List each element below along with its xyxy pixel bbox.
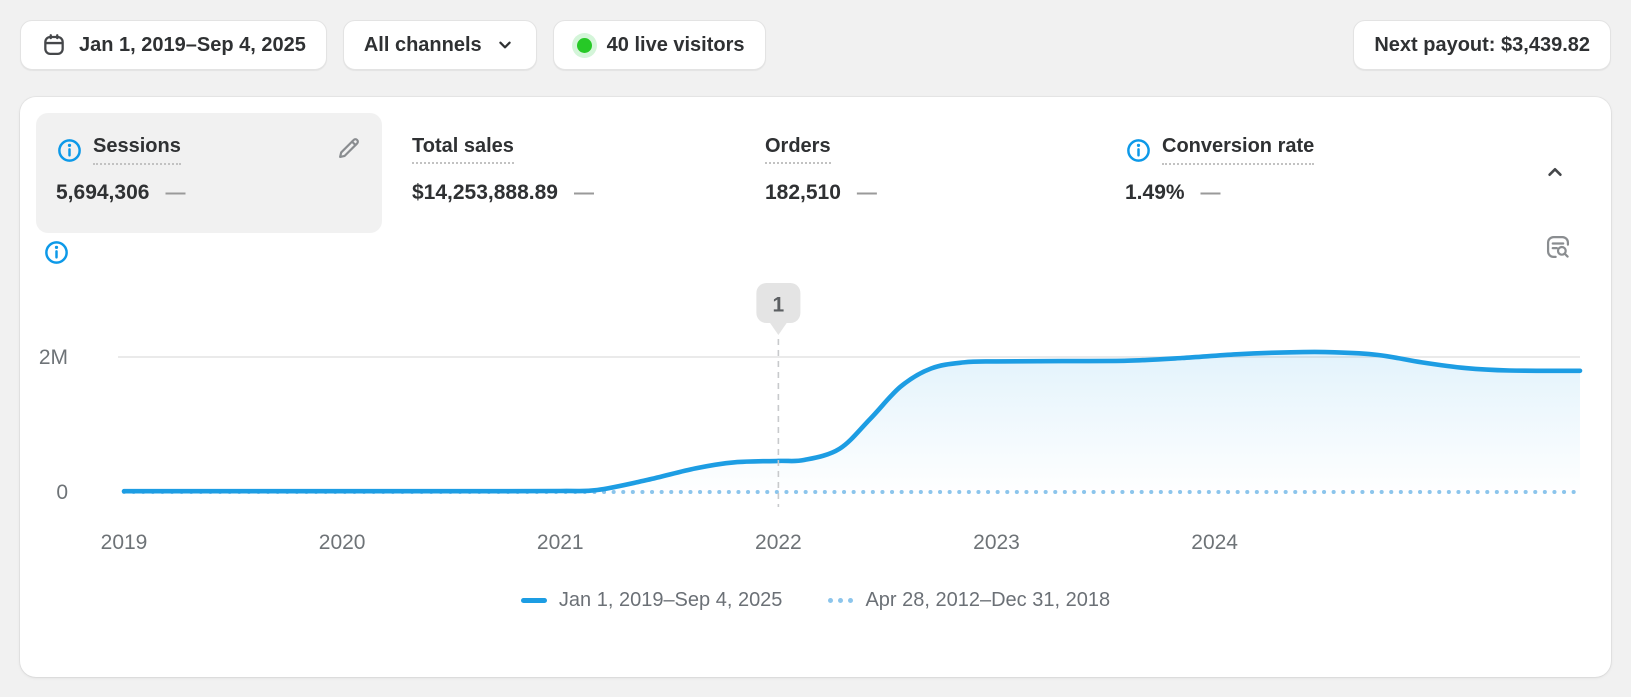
metric-tile-conversion-rate[interactable]: Conversion rate 1.49% — <box>1125 135 1315 204</box>
legend-current-period-label: Jan 1, 2019–Sep 4, 2025 <box>558 589 783 611</box>
metric-tile-total-sales[interactable]: Total sales $14,253,888.89 — <box>412 135 594 204</box>
edit-metric-button[interactable] <box>336 135 362 161</box>
legend-comparison-period-label: Apr 28, 2012–Dec 31, 2018 <box>865 589 1111 611</box>
next-payout-button[interactable]: Next payout: $3,439.82 <box>1353 20 1611 70</box>
search-report-icon <box>1544 233 1572 261</box>
date-range-button[interactable]: Jan 1, 2019–Sep 4, 2025 <box>20 20 327 70</box>
live-visitors-label: 40 live visitors <box>606 33 745 56</box>
metric-label-orders: Orders <box>765 135 831 164</box>
chart-legend: Jan 1, 2019–Sep 4, 2025 Apr 28, 2012–Dec… <box>20 589 1611 612</box>
live-dot-icon <box>576 37 592 53</box>
info-icon <box>43 239 70 266</box>
y-axis-tick-label: 0 <box>56 481 68 504</box>
metric-tile-orders[interactable]: Orders 182,510 — <box>765 135 877 204</box>
annotation-marker[interactable]: 1 <box>756 283 801 507</box>
date-range-label: Jan 1, 2019–Sep 4, 2025 <box>79 33 306 56</box>
collapse-chart-button[interactable] <box>1542 159 1568 185</box>
chart-info-button[interactable] <box>43 239 70 266</box>
metric-label-conversion-rate: Conversion rate <box>1162 135 1315 165</box>
metric-value-conversion-rate: 1.49% <box>1125 181 1185 204</box>
metric-label-sessions: Sessions <box>93 135 181 165</box>
legend-solid-swatch <box>520 598 547 603</box>
explore-data-button[interactable] <box>1544 233 1572 261</box>
calendar-icon <box>41 32 67 58</box>
x-axis-tick-label: 2021 <box>537 531 584 554</box>
metric-value-total-sales: $14,253,888.89 <box>412 181 558 204</box>
chevron-up-icon <box>1542 159 1568 185</box>
metric-delta-conversion-rate: — <box>1200 181 1221 204</box>
metric-value-orders: 182,510 <box>765 181 841 204</box>
y-axis-tick-label: 2M <box>39 346 68 369</box>
topbar: Jan 1, 2019–Sep 4, 2025 All channels 40 … <box>20 20 1611 70</box>
metric-delta-total-sales: — <box>573 181 594 204</box>
x-axis-tick-label: 2019 <box>101 531 148 554</box>
next-payout-label: Next payout: $3,439.82 <box>1374 33 1590 56</box>
x-axis-tick-label: 2022 <box>755 531 802 554</box>
chevron-down-icon <box>494 34 516 56</box>
channel-filter-button[interactable]: All channels <box>342 20 537 70</box>
live-visitors-button[interactable]: 40 live visitors <box>552 20 766 70</box>
x-axis-tick-label: 2023 <box>973 531 1020 554</box>
channel-filter-label: All channels <box>363 33 482 56</box>
sessions-line-series <box>121 349 1583 494</box>
legend-dotted-swatch <box>828 598 854 603</box>
metric-label-total-sales: Total sales <box>412 135 514 164</box>
area-fill <box>124 351 1580 492</box>
legend-item-comparison-period[interactable]: Apr 28, 2012–Dec 31, 2018 <box>828 589 1110 612</box>
analytics-card: 0 2M 2019 2020 2021 2022 2023 2024 1 Sessions <box>20 97 1611 677</box>
metric-value-sessions: 5,694,306 <box>56 181 150 204</box>
legend-item-current-period[interactable]: Jan 1, 2019–Sep 4, 2025 <box>520 589 783 612</box>
metric-tile-sessions[interactable]: Sessions 5,694,306 — <box>36 113 382 233</box>
info-icon[interactable] <box>56 137 83 164</box>
x-axis-tick-label: 2020 <box>319 531 366 554</box>
info-icon[interactable] <box>1125 137 1152 164</box>
annotation-marker-label: 1 <box>773 294 785 317</box>
edit-pencil-icon <box>336 135 362 161</box>
metric-delta-sessions: — <box>165 181 186 204</box>
metric-delta-orders: — <box>856 181 877 204</box>
x-axis-tick-label: 2024 <box>1191 531 1238 554</box>
